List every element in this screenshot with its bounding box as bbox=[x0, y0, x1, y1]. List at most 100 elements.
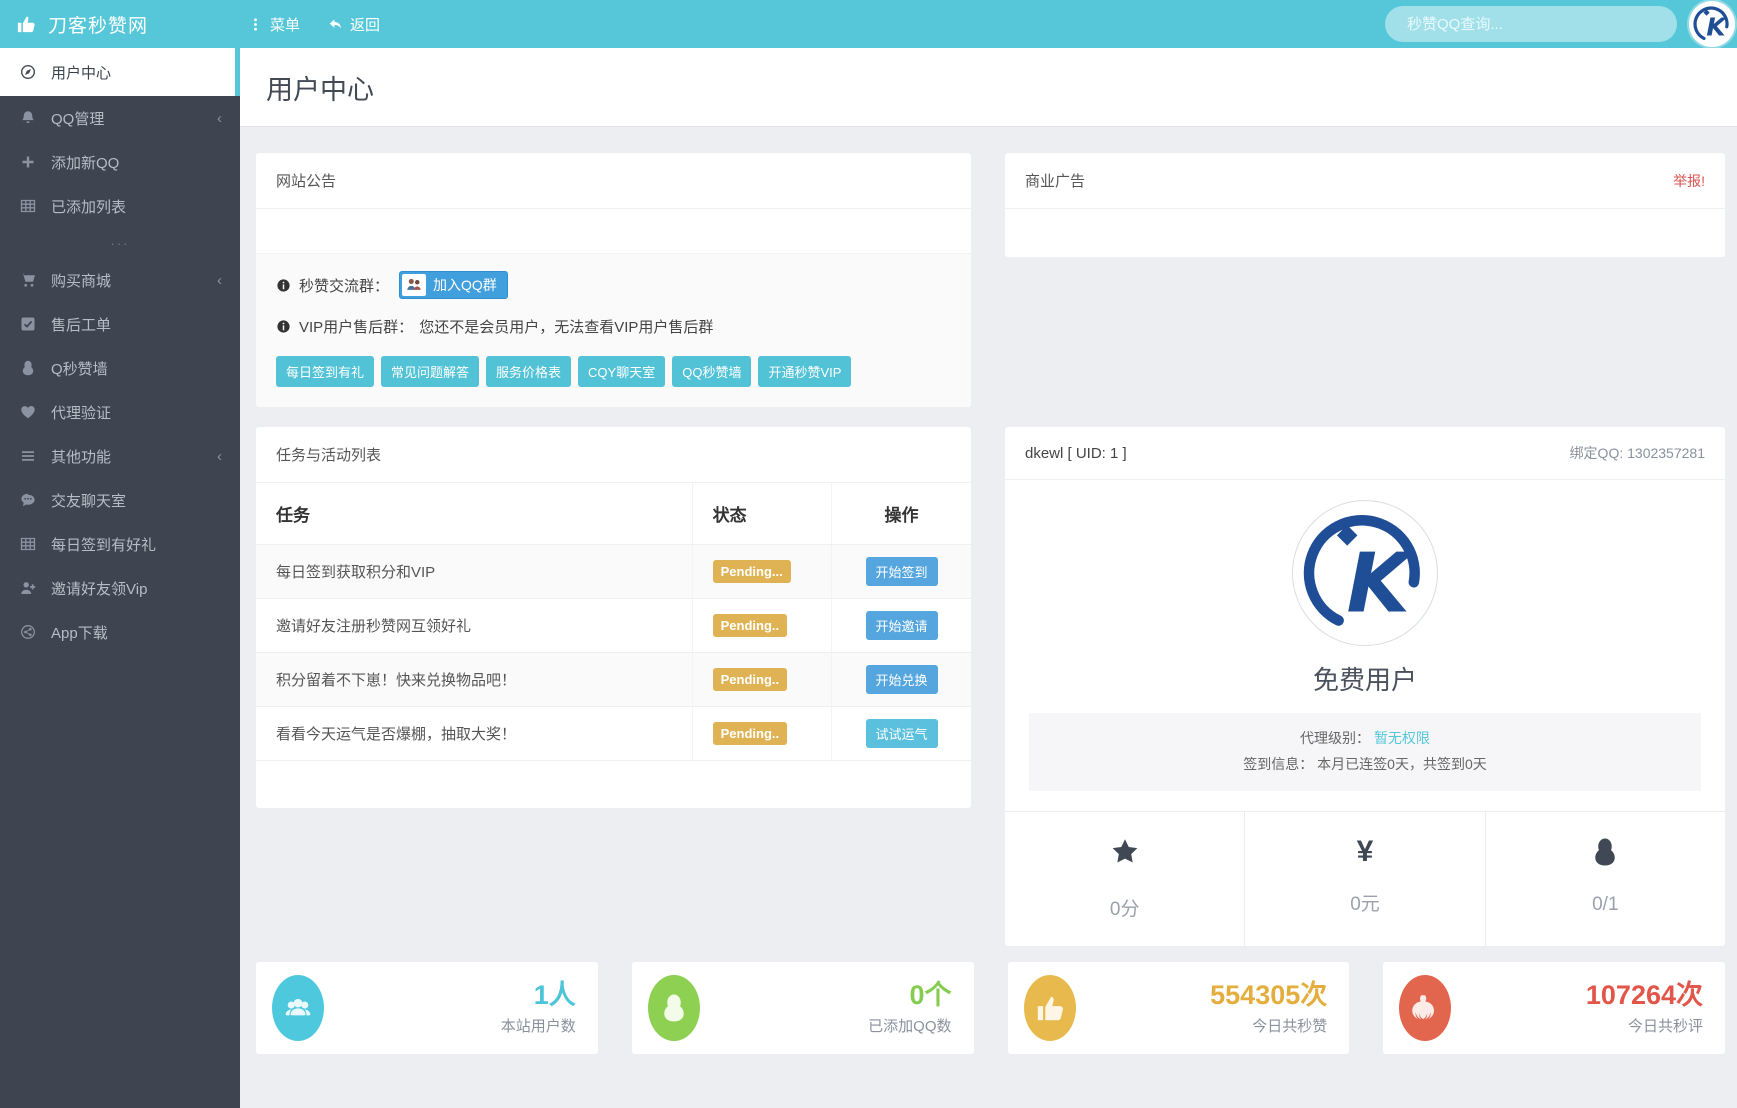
status-badge: Pending... bbox=[712, 560, 791, 583]
sidebar-item-added-list[interactable]: 已添加列表 bbox=[0, 184, 240, 228]
top-header: 刀客秒赞网 菜单 返回 bbox=[0, 0, 1737, 48]
quick-link-daily-sign[interactable]: 每日签到有礼 bbox=[276, 356, 375, 387]
sidebar-item-q-wall[interactable]: Q秒赞墙 bbox=[0, 346, 240, 390]
announcement-card: 网站公告 秒赞交流群： 加入QQ群 VIP用户售后群： 您还不是会员用户，无法查… bbox=[256, 153, 971, 407]
join-qq-group-label: 加入QQ群 bbox=[433, 277, 497, 293]
sidebar-item-other-functions[interactable]: 其他功能 ‹ bbox=[0, 434, 240, 478]
sidebar-item-label: 添加新QQ bbox=[51, 154, 120, 172]
start-exchange-button[interactable]: 开始兑换 bbox=[865, 665, 938, 694]
ad-title: 商业广告 bbox=[1025, 173, 1086, 190]
menu-label: 菜单 bbox=[270, 16, 301, 34]
status-badge: Pending.. bbox=[712, 722, 788, 745]
brand: 刀客秒赞网 bbox=[0, 11, 240, 38]
site-logo bbox=[1689, 1, 1735, 47]
bound-qq-label: 绑定QQ: bbox=[1569, 445, 1624, 461]
quick-link-chatroom[interactable]: CQY聊天室 bbox=[578, 356, 666, 387]
page-title-bar: 用户中心 bbox=[240, 48, 1737, 127]
sidebar-item-agent-verify[interactable]: 代理验证 bbox=[0, 390, 240, 434]
today-comments-value: 107264次 bbox=[1585, 979, 1703, 1010]
sidebar-item-label: 已添加列表 bbox=[51, 198, 127, 216]
reply-arrow-icon bbox=[328, 17, 343, 32]
yen-icon: ¥ bbox=[1356, 834, 1374, 868]
signin-info-label: 签到信息： bbox=[1243, 755, 1314, 772]
signin-info-value: 本月已连签0天，共签到0天 bbox=[1317, 755, 1487, 772]
start-signin-button[interactable]: 开始签到 bbox=[865, 557, 938, 586]
bound-qq-value: 1302357281 bbox=[1627, 445, 1705, 461]
sidebar-item-app-download[interactable]: App下载 bbox=[0, 610, 240, 654]
qq-icon bbox=[20, 360, 36, 376]
column-task: 任务 bbox=[256, 483, 693, 545]
sidebar-section-divider: ··· bbox=[110, 235, 130, 251]
qq-group-people-icon bbox=[402, 274, 427, 296]
table-row: 看看今天运气是否爆棚，抽取大奖！ Pending.. 试试运气 bbox=[256, 706, 971, 761]
today-likes-card: 554305次 今日共秒赞 bbox=[1007, 961, 1350, 1054]
summary-row: 1人 本站用户数 0个 已添加QQ数 554305次 今日共秒赞 107264次… bbox=[256, 961, 1725, 1054]
added-qq-value: 0个 bbox=[909, 979, 952, 1010]
ad-body bbox=[1005, 209, 1725, 257]
quick-link-open-vip[interactable]: 开通秒赞VIP bbox=[758, 356, 852, 387]
group-label: 秒赞交流群： bbox=[299, 277, 390, 295]
table-row: 积分留着不下崽！快来兑换物品吧！ Pending.. 开始兑换 bbox=[256, 652, 971, 707]
sidebar-item-label: 购买商城 bbox=[51, 272, 112, 290]
qq-count-stat: 0/1 bbox=[1486, 812, 1725, 946]
try-luck-button[interactable]: 试试运气 bbox=[865, 719, 938, 748]
sidebar-item-aftersale[interactable]: 售后工单 bbox=[0, 302, 240, 346]
sidebar-item-label: 售后工单 bbox=[51, 316, 112, 334]
compass-icon bbox=[20, 64, 36, 80]
vertical-dots-icon bbox=[248, 17, 263, 32]
sidebar-item-qq-manage[interactable]: QQ管理 ‹ bbox=[0, 96, 240, 140]
site-users-value: 1人 bbox=[533, 979, 576, 1010]
sidebar-item-daily-signin[interactable]: 每日签到有好礼 bbox=[0, 522, 240, 566]
signin-info-line: 签到信息： 本月已连签0天，共签到0天 bbox=[1039, 752, 1691, 778]
announcement-footer: 秒赞交流群： 加入QQ群 VIP用户售后群： 您还不是会员用户，无法查看VIP用… bbox=[256, 253, 971, 407]
table-row: 邀请好友注册秒赞网互领好礼 Pending.. 开始邀请 bbox=[256, 598, 971, 653]
balance-value: 0元 bbox=[1350, 893, 1380, 915]
quick-links: 每日签到有礼 常见问题解答 服务价格表 CQY聊天室 QQ秒赞墙 开通秒赞VIP bbox=[276, 356, 951, 387]
today-likes-label: 今日共秒赞 bbox=[1252, 1017, 1328, 1035]
sidebar-item-chatroom[interactable]: 交友聊天室 bbox=[0, 478, 240, 522]
rebel-icon bbox=[1399, 974, 1452, 1041]
chevron-left-icon: ‹ bbox=[217, 109, 222, 127]
brand-name: 刀客秒赞网 bbox=[48, 15, 149, 37]
added-qq-card: 0个 已添加QQ数 bbox=[631, 961, 974, 1054]
quick-link-qq-wall[interactable]: QQ秒赞墙 bbox=[672, 356, 752, 387]
heart-icon bbox=[20, 404, 36, 420]
join-qq-group-button[interactable]: 加入QQ群 bbox=[399, 271, 508, 299]
share-icon bbox=[20, 624, 36, 640]
tasks-header: 任务与活动列表 bbox=[256, 427, 971, 483]
quick-link-faq[interactable]: 常见问题解答 bbox=[381, 356, 480, 387]
check-square-icon bbox=[20, 316, 36, 332]
start-invite-button[interactable]: 开始邀请 bbox=[865, 611, 938, 640]
points-stat: 0分 bbox=[1005, 811, 1246, 946]
ad-header: 商业广告 举报! bbox=[1005, 153, 1725, 209]
site-users-label: 本站用户数 bbox=[500, 1017, 576, 1035]
report-link[interactable]: 举报! bbox=[1673, 171, 1705, 191]
sidebar-item-label: QQ管理 bbox=[51, 110, 105, 128]
task-name: 邀请好友注册秒赞网互领好礼 bbox=[256, 598, 693, 653]
back-button[interactable]: 返回 bbox=[328, 14, 380, 35]
sidebar-item-label: 邀请好友领Vip bbox=[51, 580, 148, 598]
sidebar-item-label: 用户中心 bbox=[51, 64, 112, 82]
sidebar-item-user-center[interactable]: 用户中心 bbox=[0, 48, 240, 96]
task-name: 每日签到获取积分和VIP bbox=[256, 544, 693, 599]
quick-link-price[interactable]: 服务价格表 bbox=[486, 356, 572, 387]
menu-button[interactable]: 菜单 bbox=[248, 14, 300, 35]
sidebar-item-invite-vip[interactable]: 邀请好友领Vip bbox=[0, 566, 240, 610]
balance-stat: ¥ 0元 bbox=[1245, 811, 1486, 946]
agent-level-line: 代理级别： 暂无权限 bbox=[1039, 726, 1691, 752]
sidebar-item-label: Q秒赞墙 bbox=[51, 360, 108, 378]
tasks-card: 任务与活动列表 任务 状态 操作 每日签到获取积分和VIP Pending...… bbox=[256, 427, 971, 808]
sidebar: 用户中心 QQ管理 ‹ 添加新QQ 已添加列表 ··· 购买商城 ‹ 售后工单 … bbox=[0, 48, 240, 1108]
tasks-title: 任务与活动列表 bbox=[276, 447, 382, 464]
added-qq-label: 已添加QQ数 bbox=[868, 1017, 952, 1035]
sidebar-item-add-qq[interactable]: 添加新QQ bbox=[0, 140, 240, 184]
sidebar-item-label: 代理验证 bbox=[51, 404, 112, 422]
sidebar-item-shop[interactable]: 购买商城 ‹ bbox=[0, 258, 240, 302]
vip-text: 您还不是会员用户，无法查看VIP用户售后群 bbox=[419, 319, 714, 336]
vip-label: VIP用户售后群： bbox=[299, 319, 414, 336]
task-name: 看看今天运气是否爆棚，抽取大奖！ bbox=[256, 706, 693, 761]
points-value: 0分 bbox=[1109, 898, 1140, 920]
user-plus-icon bbox=[20, 580, 36, 596]
qq-search-input[interactable] bbox=[1385, 6, 1677, 42]
no-permission-link[interactable]: 暂无权限 bbox=[1374, 730, 1430, 746]
